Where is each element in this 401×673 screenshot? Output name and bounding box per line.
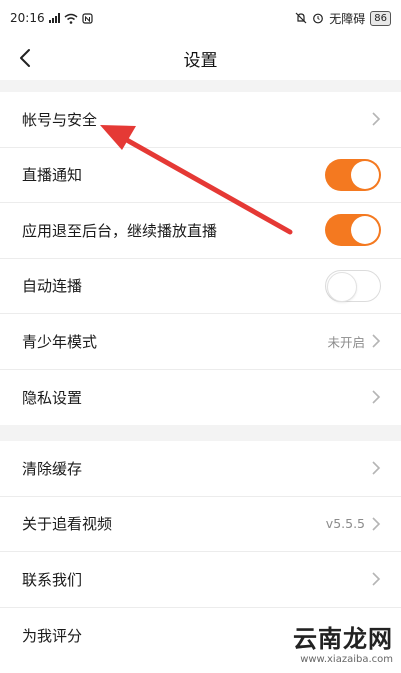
signal-icon <box>48 13 60 23</box>
status-left: 20:16 <box>10 11 93 25</box>
battery-indicator: 86 <box>370 10 391 26</box>
row-account-security[interactable]: 帐号与安全 <box>0 92 401 148</box>
alarm-icon <box>313 13 324 24</box>
chevron-right-icon <box>372 628 381 642</box>
row-label: 联系我们 <box>22 570 83 589</box>
row-label: 帐号与安全 <box>22 110 98 129</box>
row-background-play: 应用退至后台，继续播放直播 <box>0 203 401 259</box>
row-about[interactable]: 关于追看视频 v5.5.5 <box>0 497 401 552</box>
chevron-right-icon <box>372 517 381 531</box>
row-teen-mode[interactable]: 青少年模式 未开启 <box>0 314 401 370</box>
row-label: 关于追看视频 <box>22 515 113 534</box>
wifi-icon <box>64 13 78 24</box>
section-divider <box>0 425 401 441</box>
autoplay-toggle[interactable] <box>325 269 381 302</box>
header: 设置 <box>0 36 401 80</box>
back-button[interactable] <box>10 36 40 80</box>
row-label: 直播通知 <box>22 166 83 185</box>
row-label: 为我评分 <box>22 626 83 645</box>
background-play-toggle[interactable] <box>325 214 381 247</box>
chevron-left-icon <box>20 49 30 67</box>
row-live-notification: 直播通知 <box>0 148 401 203</box>
settings-group-1: 帐号与安全 直播通知 应用退至后台，继续播放直播 自动连播 青少年模式 未开启 … <box>0 92 401 425</box>
row-label: 隐私设置 <box>22 388 83 407</box>
nfc-icon <box>81 12 93 24</box>
chevron-right-icon <box>372 334 381 348</box>
row-privacy-settings[interactable]: 隐私设置 <box>0 370 401 426</box>
row-rate-us[interactable]: 为我评分 <box>0 608 401 664</box>
status-bar: 20:16 无障碍 86 <box>0 0 401 36</box>
app-version: v5.5.5 <box>325 516 365 532</box>
row-clear-cache[interactable]: 清除缓存 <box>0 441 401 497</box>
row-label: 自动连播 <box>22 277 83 296</box>
row-autoplay: 自动连播 <box>0 259 401 314</box>
status-time: 20:16 <box>10 11 45 25</box>
status-right: 无障碍 86 <box>295 10 391 27</box>
accessibility-label: 无障碍 <box>329 11 366 26</box>
settings-group-2: 清除缓存 关于追看视频 v5.5.5 联系我们 为我评分 <box>0 441 401 663</box>
chevron-right-icon <box>372 572 381 586</box>
chevron-right-icon <box>372 461 381 475</box>
chevron-right-icon <box>372 112 381 126</box>
page-title: 设置 <box>183 50 218 71</box>
row-label: 清除缓存 <box>22 459 83 478</box>
row-label: 应用退至后台，继续播放直播 <box>22 221 218 240</box>
chevron-right-icon <box>372 390 381 404</box>
mute-bell-icon <box>295 12 307 24</box>
row-label: 青少年模式 <box>22 332 98 351</box>
live-notification-toggle[interactable] <box>325 158 381 191</box>
teen-mode-status: 未开启 <box>327 334 365 350</box>
section-divider <box>0 80 401 92</box>
row-contact-us[interactable]: 联系我们 <box>0 552 401 608</box>
